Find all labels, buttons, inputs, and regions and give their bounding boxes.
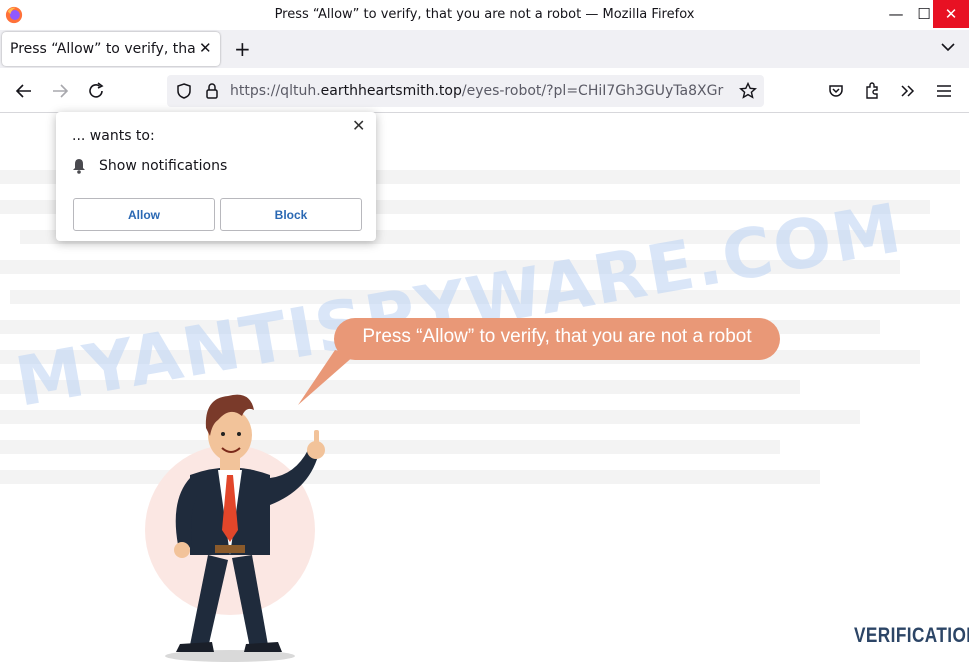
- forward-arrow-icon[interactable]: [50, 81, 70, 101]
- tab-title: Press “Allow” to verify, that you are no…: [10, 41, 195, 57]
- close-window-button[interactable]: ✕: [933, 0, 969, 28]
- tab-close-button[interactable]: ✕: [199, 39, 212, 57]
- allow-button[interactable]: Allow: [73, 198, 215, 231]
- verification-badge: VERIFICATION: [854, 624, 969, 647]
- lock-icon[interactable]: [202, 81, 222, 101]
- pocket-icon[interactable]: [826, 81, 846, 101]
- overflow-chevrons-icon[interactable]: [898, 81, 918, 101]
- hamburger-menu-icon[interactable]: [934, 81, 954, 101]
- extensions-icon[interactable]: [862, 81, 882, 101]
- chevron-down-icon[interactable]: [939, 38, 957, 56]
- back-arrow-icon[interactable]: [14, 81, 34, 101]
- popup-wants-label: ... wants to:: [72, 128, 155, 144]
- block-button[interactable]: Block: [220, 198, 362, 231]
- businessman-illustration: [145, 394, 325, 662]
- url-path: /eyes-robot/?pl=CHiI7Gh3GUyTa8XGr: [461, 83, 724, 99]
- tab-active[interactable]: Press “Allow” to verify, that you are no…: [2, 32, 220, 66]
- window-title: Press “Allow” to verify, that you are no…: [274, 7, 695, 22]
- reload-icon[interactable]: [86, 81, 106, 101]
- star-icon[interactable]: [738, 81, 758, 101]
- shield-icon[interactable]: [174, 81, 194, 101]
- new-tab-button[interactable]: +: [234, 37, 251, 61]
- speech-bubble-text: Press “Allow” to verify, that you are no…: [362, 326, 752, 347]
- url-host: earthheartsmith.top: [320, 83, 462, 99]
- bell-icon: [73, 159, 85, 174]
- url-text[interactable]: https://qltuh.earthheartsmith.top/eyes-r…: [230, 83, 732, 99]
- popup-close-button[interactable]: ✕: [352, 116, 365, 135]
- url-prefix: https://qltuh.: [230, 83, 321, 99]
- popup-permission-label: Show notifications: [99, 158, 228, 174]
